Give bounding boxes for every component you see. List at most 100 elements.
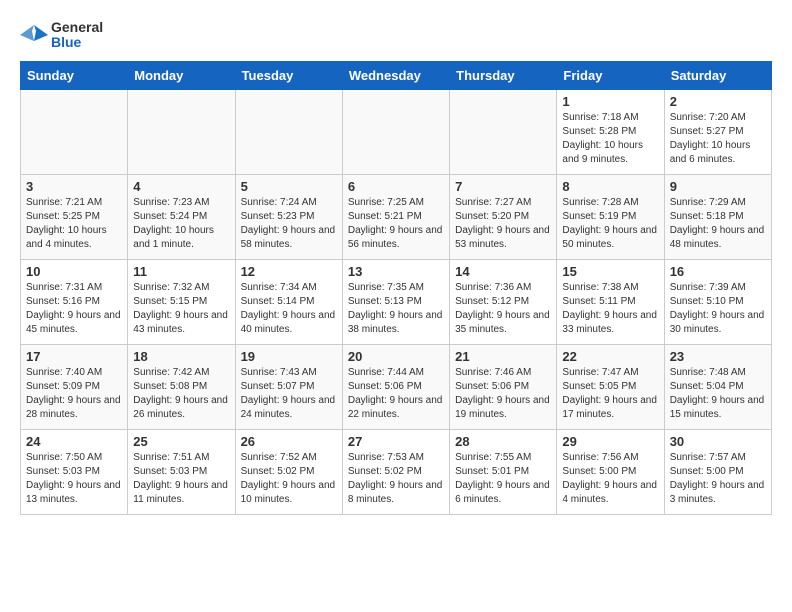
day-cell: 19 Sunrise: 7:43 AM Sunset: 5:07 PM Dayli… <box>235 344 342 429</box>
day-number: 2 <box>670 94 766 109</box>
weekday-header-saturday: Saturday <box>664 61 771 89</box>
day-number: 13 <box>348 264 444 279</box>
weekday-header-friday: Friday <box>557 61 664 89</box>
day-number: 28 <box>455 434 551 449</box>
day-number: 18 <box>133 349 229 364</box>
calendar-table: SundayMondayTuesdayWednesdayThursdayFrid… <box>20 61 772 515</box>
day-cell: 5 Sunrise: 7:24 AM Sunset: 5:23 PM Daylig… <box>235 174 342 259</box>
day-cell: 13Sunrise: 7:35 AM Sunset: 5:13 PM Dayli… <box>342 259 449 344</box>
day-cell: 18Sunrise: 7:42 AM Sunset: 5:08 PM Dayli… <box>128 344 235 429</box>
weekday-header-row: SundayMondayTuesdayWednesdayThursdayFrid… <box>21 61 772 89</box>
day-cell: 12Sunrise: 7:34 AM Sunset: 5:14 PM Dayli… <box>235 259 342 344</box>
day-cell: 2 Sunrise: 7:20 AM Sunset: 5:27 PM Daylig… <box>664 89 771 174</box>
day-info: Sunrise: 7:53 AM Sunset: 5:02 PM Dayligh… <box>348 451 444 507</box>
weekday-header-monday: Monday <box>128 61 235 89</box>
day-info: Sunrise: 7:40 AM Sunset: 5:09 PM Dayligh… <box>26 366 122 422</box>
day-cell: 7 Sunrise: 7:27 AM Sunset: 5:20 PM Daylig… <box>450 174 557 259</box>
day-cell: 26 Sunrise: 7:52 AM Sunset: 5:02 PM Dayli… <box>235 429 342 514</box>
day-cell: 3 Sunrise: 7:21 AM Sunset: 5:25 PM Daylig… <box>21 174 128 259</box>
day-number: 17 <box>26 349 122 364</box>
day-number: 24 <box>26 434 122 449</box>
day-number: 14 <box>455 264 551 279</box>
day-number: 11 <box>133 264 229 279</box>
day-number: 27 <box>348 434 444 449</box>
day-number: 4 <box>133 179 229 194</box>
logo-bird-icon <box>20 21 48 49</box>
day-cell: 29 Sunrise: 7:56 AM Sunset: 5:00 PM Dayli… <box>557 429 664 514</box>
weekday-header-sunday: Sunday <box>21 61 128 89</box>
day-number: 25 <box>133 434 229 449</box>
day-cell: 24Sunrise: 7:50 AM Sunset: 5:03 PM Dayli… <box>21 429 128 514</box>
week-row-4: 17 Sunrise: 7:40 AM Sunset: 5:09 PM Dayli… <box>21 344 772 429</box>
day-info: Sunrise: 7:56 AM Sunset: 5:00 PM Dayligh… <box>562 451 658 507</box>
day-info: Sunrise: 7:29 AM Sunset: 5:18 PM Dayligh… <box>670 196 766 252</box>
day-cell: 27 Sunrise: 7:53 AM Sunset: 5:02 PM Dayli… <box>342 429 449 514</box>
day-info: Sunrise: 7:47 AM Sunset: 5:05 PM Dayligh… <box>562 366 658 422</box>
day-cell: 6 Sunrise: 7:25 AM Sunset: 5:21 PM Daylig… <box>342 174 449 259</box>
day-cell: 22 Sunrise: 7:47 AM Sunset: 5:05 PM Dayli… <box>557 344 664 429</box>
day-number: 29 <box>562 434 658 449</box>
day-info: Sunrise: 7:24 AM Sunset: 5:23 PM Dayligh… <box>241 196 337 252</box>
day-number: 15 <box>562 264 658 279</box>
day-number: 3 <box>26 179 122 194</box>
day-info: Sunrise: 7:27 AM Sunset: 5:20 PM Dayligh… <box>455 196 551 252</box>
day-cell <box>342 89 449 174</box>
day-info: Sunrise: 7:43 AM Sunset: 5:07 PM Dayligh… <box>241 366 337 422</box>
day-info: Sunrise: 7:52 AM Sunset: 5:02 PM Dayligh… <box>241 451 337 507</box>
day-cell: 30Sunrise: 7:57 AM Sunset: 5:00 PM Dayli… <box>664 429 771 514</box>
day-number: 9 <box>670 179 766 194</box>
logo-blue: Blue <box>51 35 103 50</box>
week-row-1: 1 Sunrise: 7:18 AM Sunset: 5:28 PM Daylig… <box>21 89 772 174</box>
day-number: 22 <box>562 349 658 364</box>
day-info: Sunrise: 7:38 AM Sunset: 5:11 PM Dayligh… <box>562 281 658 337</box>
day-info: Sunrise: 7:34 AM Sunset: 5:14 PM Dayligh… <box>241 281 337 337</box>
day-info: Sunrise: 7:39 AM Sunset: 5:10 PM Dayligh… <box>670 281 766 337</box>
day-info: Sunrise: 7:28 AM Sunset: 5:19 PM Dayligh… <box>562 196 658 252</box>
day-number: 10 <box>26 264 122 279</box>
week-row-2: 3 Sunrise: 7:21 AM Sunset: 5:25 PM Daylig… <box>21 174 772 259</box>
day-number: 30 <box>670 434 766 449</box>
day-cell: 28 Sunrise: 7:55 AM Sunset: 5:01 PM Dayli… <box>450 429 557 514</box>
page-header: General Blue <box>20 20 772 51</box>
day-cell <box>21 89 128 174</box>
day-number: 19 <box>241 349 337 364</box>
day-cell: 17 Sunrise: 7:40 AM Sunset: 5:09 PM Dayli… <box>21 344 128 429</box>
weekday-header-tuesday: Tuesday <box>235 61 342 89</box>
day-info: Sunrise: 7:23 AM Sunset: 5:24 PM Dayligh… <box>133 196 229 252</box>
day-info: Sunrise: 7:20 AM Sunset: 5:27 PM Dayligh… <box>670 111 766 167</box>
day-info: Sunrise: 7:21 AM Sunset: 5:25 PM Dayligh… <box>26 196 122 252</box>
day-cell: 11 Sunrise: 7:32 AM Sunset: 5:15 PM Dayli… <box>128 259 235 344</box>
day-cell: 15 Sunrise: 7:38 AM Sunset: 5:11 PM Dayli… <box>557 259 664 344</box>
day-info: Sunrise: 7:25 AM Sunset: 5:21 PM Dayligh… <box>348 196 444 252</box>
day-number: 8 <box>562 179 658 194</box>
logo-general: General <box>51 20 103 35</box>
week-row-3: 10Sunrise: 7:31 AM Sunset: 5:16 PM Dayli… <box>21 259 772 344</box>
day-info: Sunrise: 7:44 AM Sunset: 5:06 PM Dayligh… <box>348 366 444 422</box>
day-info: Sunrise: 7:51 AM Sunset: 5:03 PM Dayligh… <box>133 451 229 507</box>
day-cell: 10Sunrise: 7:31 AM Sunset: 5:16 PM Dayli… <box>21 259 128 344</box>
day-cell <box>235 89 342 174</box>
day-cell: 25 Sunrise: 7:51 AM Sunset: 5:03 PM Dayli… <box>128 429 235 514</box>
day-number: 16 <box>670 264 766 279</box>
day-number: 26 <box>241 434 337 449</box>
day-cell: 1 Sunrise: 7:18 AM Sunset: 5:28 PM Daylig… <box>557 89 664 174</box>
day-info: Sunrise: 7:46 AM Sunset: 5:06 PM Dayligh… <box>455 366 551 422</box>
day-number: 1 <box>562 94 658 109</box>
day-number: 23 <box>670 349 766 364</box>
weekday-header-thursday: Thursday <box>450 61 557 89</box>
day-number: 6 <box>348 179 444 194</box>
day-info: Sunrise: 7:48 AM Sunset: 5:04 PM Dayligh… <box>670 366 766 422</box>
day-number: 5 <box>241 179 337 194</box>
day-info: Sunrise: 7:18 AM Sunset: 5:28 PM Dayligh… <box>562 111 658 167</box>
day-number: 7 <box>455 179 551 194</box>
day-number: 20 <box>348 349 444 364</box>
week-row-5: 24Sunrise: 7:50 AM Sunset: 5:03 PM Dayli… <box>21 429 772 514</box>
day-cell <box>450 89 557 174</box>
day-cell: 9 Sunrise: 7:29 AM Sunset: 5:18 PM Daylig… <box>664 174 771 259</box>
day-info: Sunrise: 7:55 AM Sunset: 5:01 PM Dayligh… <box>455 451 551 507</box>
day-cell: 16 Sunrise: 7:39 AM Sunset: 5:10 PM Dayli… <box>664 259 771 344</box>
day-cell: 14Sunrise: 7:36 AM Sunset: 5:12 PM Dayli… <box>450 259 557 344</box>
day-info: Sunrise: 7:32 AM Sunset: 5:15 PM Dayligh… <box>133 281 229 337</box>
logo-container: General Blue <box>20 20 103 51</box>
day-cell: 21Sunrise: 7:46 AM Sunset: 5:06 PM Dayli… <box>450 344 557 429</box>
